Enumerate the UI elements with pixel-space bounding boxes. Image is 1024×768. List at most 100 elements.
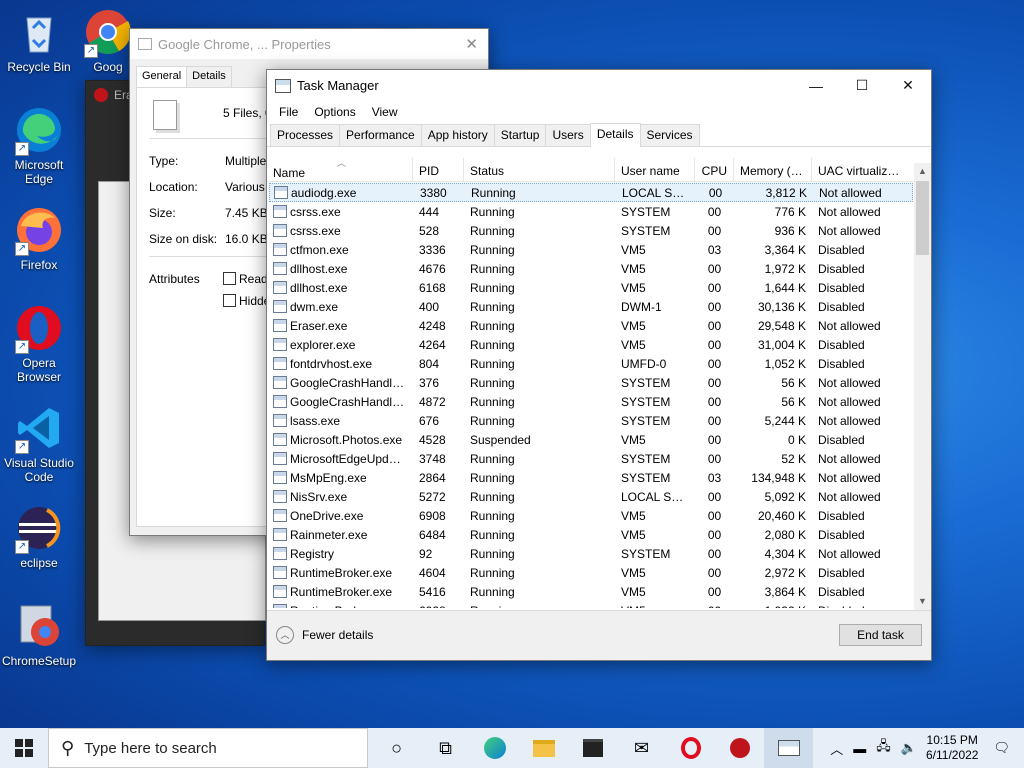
table-row[interactable]: RuntimeBroker.exe 5416 Running VM5 00 3,864 K…: [269, 582, 913, 601]
desktop-icon-eclipse[interactable]: ↗ eclipse: [0, 504, 78, 570]
start-button[interactable]: [0, 728, 48, 768]
cell-pid: 376: [419, 375, 440, 390]
process-icon: [273, 205, 287, 218]
chevron-up-icon[interactable]: ︿: [830, 739, 843, 758]
tab-startup[interactable]: Startup: [493, 124, 547, 146]
volume-icon[interactable]: 🔈: [901, 740, 917, 756]
network-icon[interactable]: 🖧: [876, 737, 891, 759]
table-row[interactable]: RuntimeBroker.exe 4604 Running VM5 00 2,972 K…: [269, 563, 913, 582]
tab-performance[interactable]: Performance: [339, 124, 422, 146]
desktop-icon-label: eclipse: [20, 556, 58, 570]
cell-pid: 3336: [419, 242, 446, 257]
mail-icon[interactable]: ✉: [617, 728, 666, 768]
maximize-button[interactable]: ☐: [839, 70, 885, 101]
opera-taskbar-icon[interactable]: [666, 728, 715, 768]
menu-file[interactable]: File: [271, 105, 306, 119]
desktop-icon-firefox[interactable]: ↗ Firefox: [0, 206, 78, 272]
hidden-checkbox[interactable]: [223, 294, 236, 307]
scroll-thumb[interactable]: [916, 181, 929, 255]
fewer-details-button[interactable]: ︿ Fewer details: [276, 626, 373, 644]
table-row[interactable]: ctfmon.exe 3336 Running VM5 03 3,364 K Disable…: [269, 240, 913, 259]
table-row[interactable]: Registry 92 Running SYSTEM 00 4,304 K Not allo…: [269, 544, 913, 563]
cell-pid: 400: [419, 299, 440, 314]
desktop-icon-opera[interactable]: ↗ Opera Browser: [0, 304, 78, 384]
store-icon[interactable]: [568, 728, 617, 768]
vertical-scrollbar[interactable]: ▲ ▼: [914, 163, 931, 610]
tab-services[interactable]: Services: [639, 124, 700, 146]
desktop-icon-vscode[interactable]: ↗ Visual Studio Code: [0, 404, 78, 484]
notifications-icon[interactable]: 🗨: [993, 740, 1010, 756]
scroll-up-icon[interactable]: ▲: [914, 163, 931, 180]
table-row[interactable]: dwm.exe 400 Running DWM-1 00 30,136 K Disabled: [269, 297, 913, 316]
table-row[interactable]: audiodg.exe 3380 Running LOCAL SE... 00 3,812…: [269, 183, 913, 202]
table-row[interactable]: GoogleCrashHandler... 4872 Running SYSTEM 00…: [269, 392, 913, 411]
file-explorer-icon[interactable]: [519, 728, 568, 768]
tray-app-icon[interactable]: ▬: [853, 741, 866, 756]
table-row[interactable]: lsass.exe 676 Running SYSTEM 00 5,244 K Not al…: [269, 411, 913, 430]
process-icon: [273, 490, 287, 503]
menu-view[interactable]: View: [364, 105, 406, 119]
desktop-icon-edge[interactable]: ↗ Microsoft Edge: [0, 106, 78, 186]
cell-name: OneDrive.exe: [269, 509, 413, 523]
col-status[interactable]: Status: [464, 158, 615, 181]
table-row[interactable]: Rainmeter.exe 6484 Running VM5 00 2,080 K Disa…: [269, 525, 913, 544]
scroll-down-icon[interactable]: ▼: [914, 593, 931, 610]
minimize-button[interactable]: —: [793, 70, 839, 101]
tab-processes[interactable]: Processes: [270, 124, 341, 146]
taskbar-search-box[interactable]: ⚲ Type here to search: [48, 728, 368, 768]
table-row[interactable]: GoogleCrashHandler... 376 Running SYSTEM 00 5…: [269, 373, 913, 392]
readonly-checkbox[interactable]: [223, 272, 236, 285]
tab-details[interactable]: Details: [589, 123, 641, 147]
table-row[interactable]: dllhost.exe 4676 Running VM5 00 1,972 K Disabl…: [269, 259, 913, 278]
table-row[interactable]: MicrosoftEdgeUpdat... 3748 Running SYSTEM 00…: [269, 449, 913, 468]
desktop-icon-chromesetup[interactable]: ChromeSetup: [0, 602, 78, 668]
cell-user-name: VM5: [621, 565, 646, 580]
col-memory[interactable]: Memory (a...: [734, 158, 812, 181]
end-task-button[interactable]: End task: [839, 624, 922, 646]
cell-memory: 776 K: [774, 204, 806, 219]
col-cpu[interactable]: CPU: [695, 158, 734, 181]
table-row[interactable]: OneDrive.exe 6908 Running VM5 00 20,460 K Disa…: [269, 506, 913, 525]
cell-memory: 3,812 K: [765, 185, 807, 200]
desktop-icon-recycle-bin[interactable]: Recycle Bin: [0, 8, 78, 74]
cell-name: MsMpEng.exe: [269, 471, 413, 485]
table-row[interactable]: Eraser.exe 4248 Running VM5 00 29,548 K Not al…: [269, 316, 913, 335]
tab-users[interactable]: Users: [545, 124, 591, 146]
task-manager-taskbar-icon[interactable]: [764, 728, 813, 768]
system-tray: ︿ ▬ 🖧 🔈 10:15 PM 6/11/2022 🗨: [825, 728, 1024, 768]
task-manager-window[interactable]: Task Manager — ☐ ✕ File Options View Pro…: [266, 69, 932, 661]
table-row[interactable]: explorer.exe 4264 Running VM5 00 31,004 K Disa…: [269, 335, 913, 354]
cell-user-name: VM5: [621, 337, 646, 352]
task-view-icon[interactable]: ⧉: [421, 728, 470, 768]
table-row[interactable]: fontdrvhost.exe 804 Running UMFD-0 00 1,052 K…: [269, 354, 913, 373]
cell-pid: 4528: [419, 432, 446, 447]
table-row[interactable]: csrss.exe 444 Running SYSTEM 00 776 K Not allo…: [269, 202, 913, 221]
table-row[interactable]: Microsoft.Photos.exe 4528 Suspended VM5 00 0 …: [269, 430, 913, 449]
tab-app-history[interactable]: App history: [420, 124, 495, 146]
clock[interactable]: 10:15 PM 6/11/2022: [926, 733, 979, 763]
cell-cpu: 00: [708, 185, 723, 200]
eraser-taskbar-icon[interactable]: [715, 728, 764, 768]
table-row[interactable]: RuntimeBroker.exe 6028RunningVM5001,932 K…: [269, 601, 913, 608]
table-row[interactable]: NisSrv.exe 5272 Running LOCAL SE... 00 5,092 …: [269, 487, 913, 506]
col-pid[interactable]: PID: [413, 158, 464, 181]
table-row[interactable]: csrss.exe 528 Running SYSTEM 00 936 K Not allo…: [269, 221, 913, 240]
cortana-icon[interactable]: ○: [372, 728, 421, 768]
col-uac[interactable]: UAC virtualizat...: [812, 158, 907, 181]
table-row[interactable]: MsMpEng.exe 2864 Running SYSTEM 03 134,948 K N…: [269, 468, 913, 487]
cell-cpu: 00: [707, 489, 722, 504]
cell-pid: 4872: [419, 394, 446, 409]
recycle-bin-icon: [15, 8, 63, 56]
tab-general[interactable]: General: [136, 66, 188, 88]
col-user-name[interactable]: User name: [615, 158, 695, 181]
cell-pid: 528: [419, 223, 440, 238]
close-button[interactable]: ✕: [885, 70, 931, 101]
cell-cpu: 03: [707, 470, 722, 485]
tab-details[interactable]: Details: [186, 66, 232, 88]
edge-taskbar-icon[interactable]: [470, 728, 519, 768]
menu-options[interactable]: Options: [306, 105, 363, 119]
cell-memory: 56 K: [781, 375, 806, 390]
close-icon[interactable]: ✕: [465, 35, 478, 53]
cell-status: Running: [471, 185, 516, 200]
table-row[interactable]: dllhost.exe 6168 Running VM5 00 1,644 K Disabl…: [269, 278, 913, 297]
